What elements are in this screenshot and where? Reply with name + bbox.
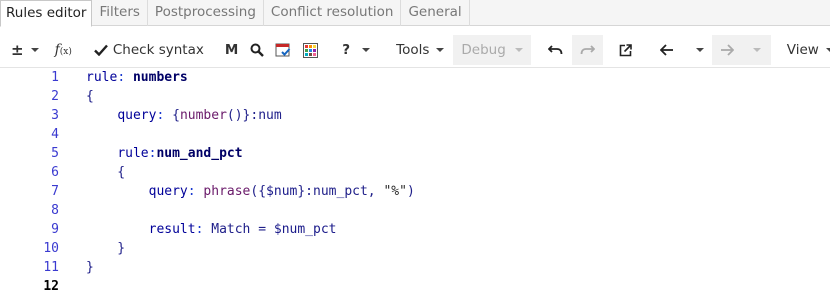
code-line[interactable]: } bbox=[86, 258, 415, 277]
line-number: 8 bbox=[51, 203, 59, 218]
help-dropdown[interactable]: ? bbox=[332, 35, 379, 65]
tab-filters[interactable]: Filters bbox=[92, 0, 148, 26]
chevron-down-icon bbox=[362, 48, 371, 52]
code-area[interactable]: rule: numbers{ query: {number()}:num​ ru… bbox=[86, 68, 415, 296]
back-button[interactable] bbox=[648, 35, 682, 65]
code-line[interactable]: query: {number()}:num bbox=[86, 106, 415, 125]
insert-function-button[interactable]: f(x) bbox=[45, 35, 80, 65]
line-number: 3 bbox=[51, 108, 59, 123]
arrow-right-icon bbox=[720, 44, 734, 56]
forward-history-dropdown[interactable] bbox=[740, 35, 771, 65]
help-icon: ? bbox=[342, 42, 351, 58]
tab-bar: Rules editor Filters Postprocessing Conf… bbox=[0, 0, 830, 27]
magnifier-icon bbox=[250, 43, 265, 57]
check-form-button[interactable] bbox=[269, 35, 297, 65]
tab-general[interactable]: General bbox=[401, 0, 470, 26]
code-line[interactable]: { bbox=[86, 87, 415, 106]
m-button[interactable]: M bbox=[218, 35, 245, 65]
function-icon: f(x) bbox=[54, 42, 72, 58]
line-number: 10 bbox=[43, 241, 59, 256]
color-grid-icon bbox=[303, 42, 319, 58]
line-number: 7 bbox=[51, 184, 59, 199]
code-line[interactable]: { bbox=[86, 163, 415, 182]
m-icon: M bbox=[224, 42, 239, 58]
check-syntax-button[interactable]: Check syntax bbox=[88, 35, 210, 65]
code-line[interactable]: ​ bbox=[86, 125, 415, 144]
arrow-left-icon bbox=[659, 44, 674, 56]
chevron-down-icon bbox=[825, 48, 830, 52]
external-link-icon bbox=[619, 43, 632, 57]
chevron-down-icon bbox=[695, 48, 704, 52]
tools-menu[interactable]: Tools bbox=[387, 35, 453, 65]
code-line[interactable]: ​ bbox=[86, 277, 415, 296]
line-number: 12 bbox=[43, 279, 59, 294]
open-external-button[interactable] bbox=[611, 35, 640, 65]
code-line[interactable]: query: phrase({$num}:num_pct, "%") bbox=[86, 182, 415, 201]
undo-icon bbox=[547, 44, 563, 56]
debug-menu[interactable]: Debug bbox=[453, 35, 531, 65]
chevron-down-icon bbox=[30, 48, 39, 52]
tab-postprocessing[interactable]: Postprocessing bbox=[148, 0, 264, 26]
line-number: 11 bbox=[43, 260, 59, 275]
toolbar: ± f(x) Check syntax M ? Tools Debug View bbox=[0, 33, 830, 67]
code-line[interactable]: } bbox=[86, 239, 415, 258]
line-number: 6 bbox=[51, 165, 59, 180]
chevron-down-icon bbox=[752, 48, 761, 52]
line-number-gutter: 1 2 3 4 5 6 7 8 9 10 11 12 bbox=[0, 68, 70, 296]
plus-minus-dropdown[interactable]: ± bbox=[0, 35, 45, 65]
code-line[interactable]: rule: numbers bbox=[86, 68, 415, 87]
chevron-down-icon bbox=[514, 48, 523, 52]
tab-conflict-resolution[interactable]: Conflict resolution bbox=[264, 0, 402, 26]
line-number: 1 bbox=[51, 70, 59, 85]
redo-icon bbox=[580, 44, 595, 56]
code-line[interactable]: ​ bbox=[86, 201, 415, 220]
forward-button[interactable] bbox=[711, 35, 741, 65]
view-menu[interactable]: View bbox=[779, 35, 830, 65]
view-label: View bbox=[786, 42, 819, 58]
debug-label: Debug bbox=[461, 42, 506, 58]
line-number: 5 bbox=[51, 146, 59, 161]
search-button[interactable] bbox=[245, 35, 269, 65]
tools-label: Tools bbox=[396, 42, 430, 58]
undo-button[interactable] bbox=[539, 35, 572, 65]
line-number: 4 bbox=[51, 127, 59, 142]
color-grid-button[interactable] bbox=[297, 35, 324, 65]
check-syntax-label: Check syntax bbox=[112, 42, 204, 58]
code-editor[interactable]: 1 2 3 4 5 6 7 8 9 10 11 12 rule: numbers{ query: {n… bbox=[0, 67, 830, 298]
line-number: 2 bbox=[51, 89, 59, 104]
code-line[interactable]: rule:num_and_pct bbox=[86, 144, 415, 163]
redo-button[interactable] bbox=[571, 35, 603, 65]
form-check-icon bbox=[275, 42, 291, 58]
checkmark-icon bbox=[94, 44, 108, 56]
plus-minus-icon: ± bbox=[11, 41, 24, 59]
tab-rules-editor[interactable]: Rules editor bbox=[0, 0, 93, 27]
line-number: 9 bbox=[51, 222, 59, 237]
back-history-dropdown[interactable] bbox=[682, 35, 712, 65]
code-line[interactable]: result: Match = $num_pct bbox=[86, 220, 415, 239]
chevron-down-icon bbox=[436, 48, 445, 52]
